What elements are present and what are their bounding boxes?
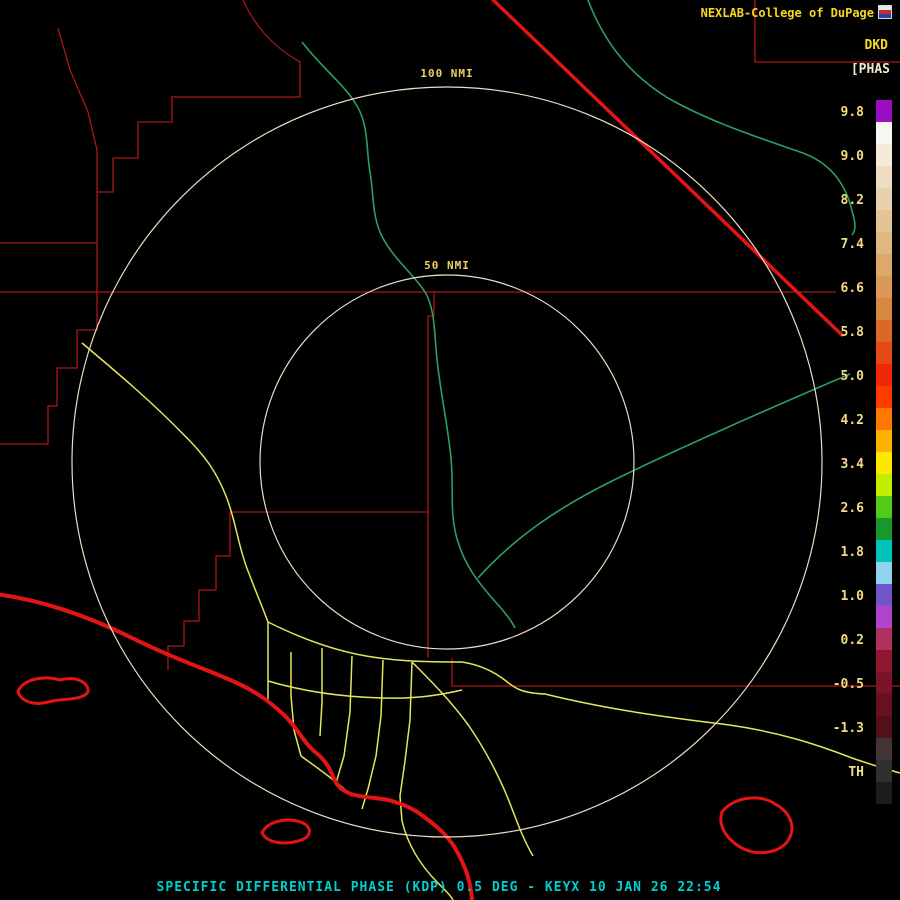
colorbar-segment: [876, 188, 892, 210]
colorbar-tick-label: 8.2: [840, 193, 864, 208]
colorbar-segment: [876, 100, 892, 122]
colorbar-tick-label: 1.8: [840, 545, 864, 560]
colorbar-segment: [876, 210, 892, 232]
county-line: [167, 512, 231, 670]
colorbar-tick-label: 0.2: [840, 633, 864, 648]
colorbar-segment: [876, 386, 892, 408]
colorbar-tick-label: TH: [848, 765, 864, 780]
colorbar-segment: [876, 364, 892, 386]
radar-map: [0, 0, 900, 900]
highway-line: [290, 652, 302, 757]
colorbar-segment: [876, 760, 892, 782]
rivers: [301, 0, 856, 629]
colorbar-tick-label: 7.4: [840, 237, 864, 252]
highway-line: [461, 661, 546, 695]
highway-line: [411, 661, 534, 857]
colorbar-segment: [876, 518, 892, 540]
range-rings: [71, 86, 823, 838]
highway-line: [267, 621, 463, 663]
colorbar-segment: [876, 452, 892, 474]
island: [260, 818, 311, 845]
river-line: [301, 41, 516, 629]
colorbar-tick-label: -1.3: [832, 721, 864, 736]
colorbar-segment: [876, 694, 892, 716]
colorbar-tick-label: 2.6: [840, 501, 864, 516]
highway-line: [399, 661, 413, 822]
highway-line: [335, 655, 353, 784]
county-line: [427, 292, 435, 512]
colorbar-segment: [876, 144, 892, 166]
colorbar-segment: [876, 430, 892, 452]
colorbar-segment: [876, 628, 892, 650]
colorbar-segment: [876, 408, 892, 430]
colorbar-segment: [876, 254, 892, 276]
colorbar-tick-label: 9.0: [840, 149, 864, 164]
colorbar-segment: [876, 606, 892, 628]
colorbar-segment: [876, 276, 892, 298]
colorbar-segment: [876, 320, 892, 342]
inner-ring-label: 50 NMI: [420, 259, 474, 272]
coastline: [0, 592, 474, 900]
cod-logo-icon: [878, 5, 892, 19]
colorbar-tick-label: -0.5: [832, 677, 864, 692]
river-line: [477, 373, 851, 579]
colorbar-segment: [876, 672, 892, 694]
product-code-label: DKD: [864, 38, 888, 53]
colorbar-segment: [876, 298, 892, 320]
colorbar-tick-label: 1.0: [840, 589, 864, 604]
range-ring-100nmi: [71, 86, 823, 838]
colorbar-segment: [876, 232, 892, 254]
island: [719, 796, 794, 855]
range-ring-50nmi: [259, 274, 635, 650]
colorbar-scale: [876, 100, 892, 804]
outer-ring-label: 100 NMI: [416, 67, 478, 80]
colorbar-tick-label: 3.4: [840, 457, 864, 472]
county-line: [96, 0, 301, 292]
highway-line: [81, 342, 269, 623]
colorbar-segment: [876, 122, 892, 144]
colorbar-segment: [876, 540, 892, 562]
county-line: [0, 292, 98, 445]
state-boundary: [490, 0, 845, 338]
radar-display: 100 NMI 50 NMI NEXLAB-College of DuPage …: [0, 0, 900, 900]
colorbar-segment: [876, 782, 892, 804]
highways: [81, 342, 900, 900]
colorbar-tick-label: 9.8: [840, 105, 864, 120]
colorbar-segment: [876, 584, 892, 606]
colorbar-segment: [876, 650, 892, 672]
coastline-group: [0, 592, 794, 900]
colorbar-segment: [876, 474, 892, 496]
colorbar-segment: [876, 562, 892, 584]
colorbar-ticks: 9.8 9.0 8.2 7.4 6.6 5.8 5.0 4.2 3.4 2.6 1.8 1.0 0.2 -…: [812, 0, 868, 900]
colorbar-tick-label: 6.6: [840, 281, 864, 296]
island: [16, 676, 90, 705]
highway-line: [361, 659, 384, 810]
colorbar-segment: [876, 166, 892, 188]
county-line: [57, 27, 98, 192]
state-line-diagonal: [490, 0, 845, 338]
colorbar-segment: [876, 716, 892, 738]
colorbar-tick-label: 5.8: [840, 325, 864, 340]
colorbar-segment: [876, 496, 892, 518]
colorbar-tick-label: 4.2: [840, 413, 864, 428]
county-boundaries: [0, 0, 900, 687]
colorbar-segment: [876, 738, 892, 760]
footer-caption: SPECIFIC DIFFERENTIAL PHASE (KDP) 0.5 DE…: [156, 880, 722, 895]
colorbar-segment: [876, 342, 892, 364]
colorbar-tick-label: 5.0: [840, 369, 864, 384]
